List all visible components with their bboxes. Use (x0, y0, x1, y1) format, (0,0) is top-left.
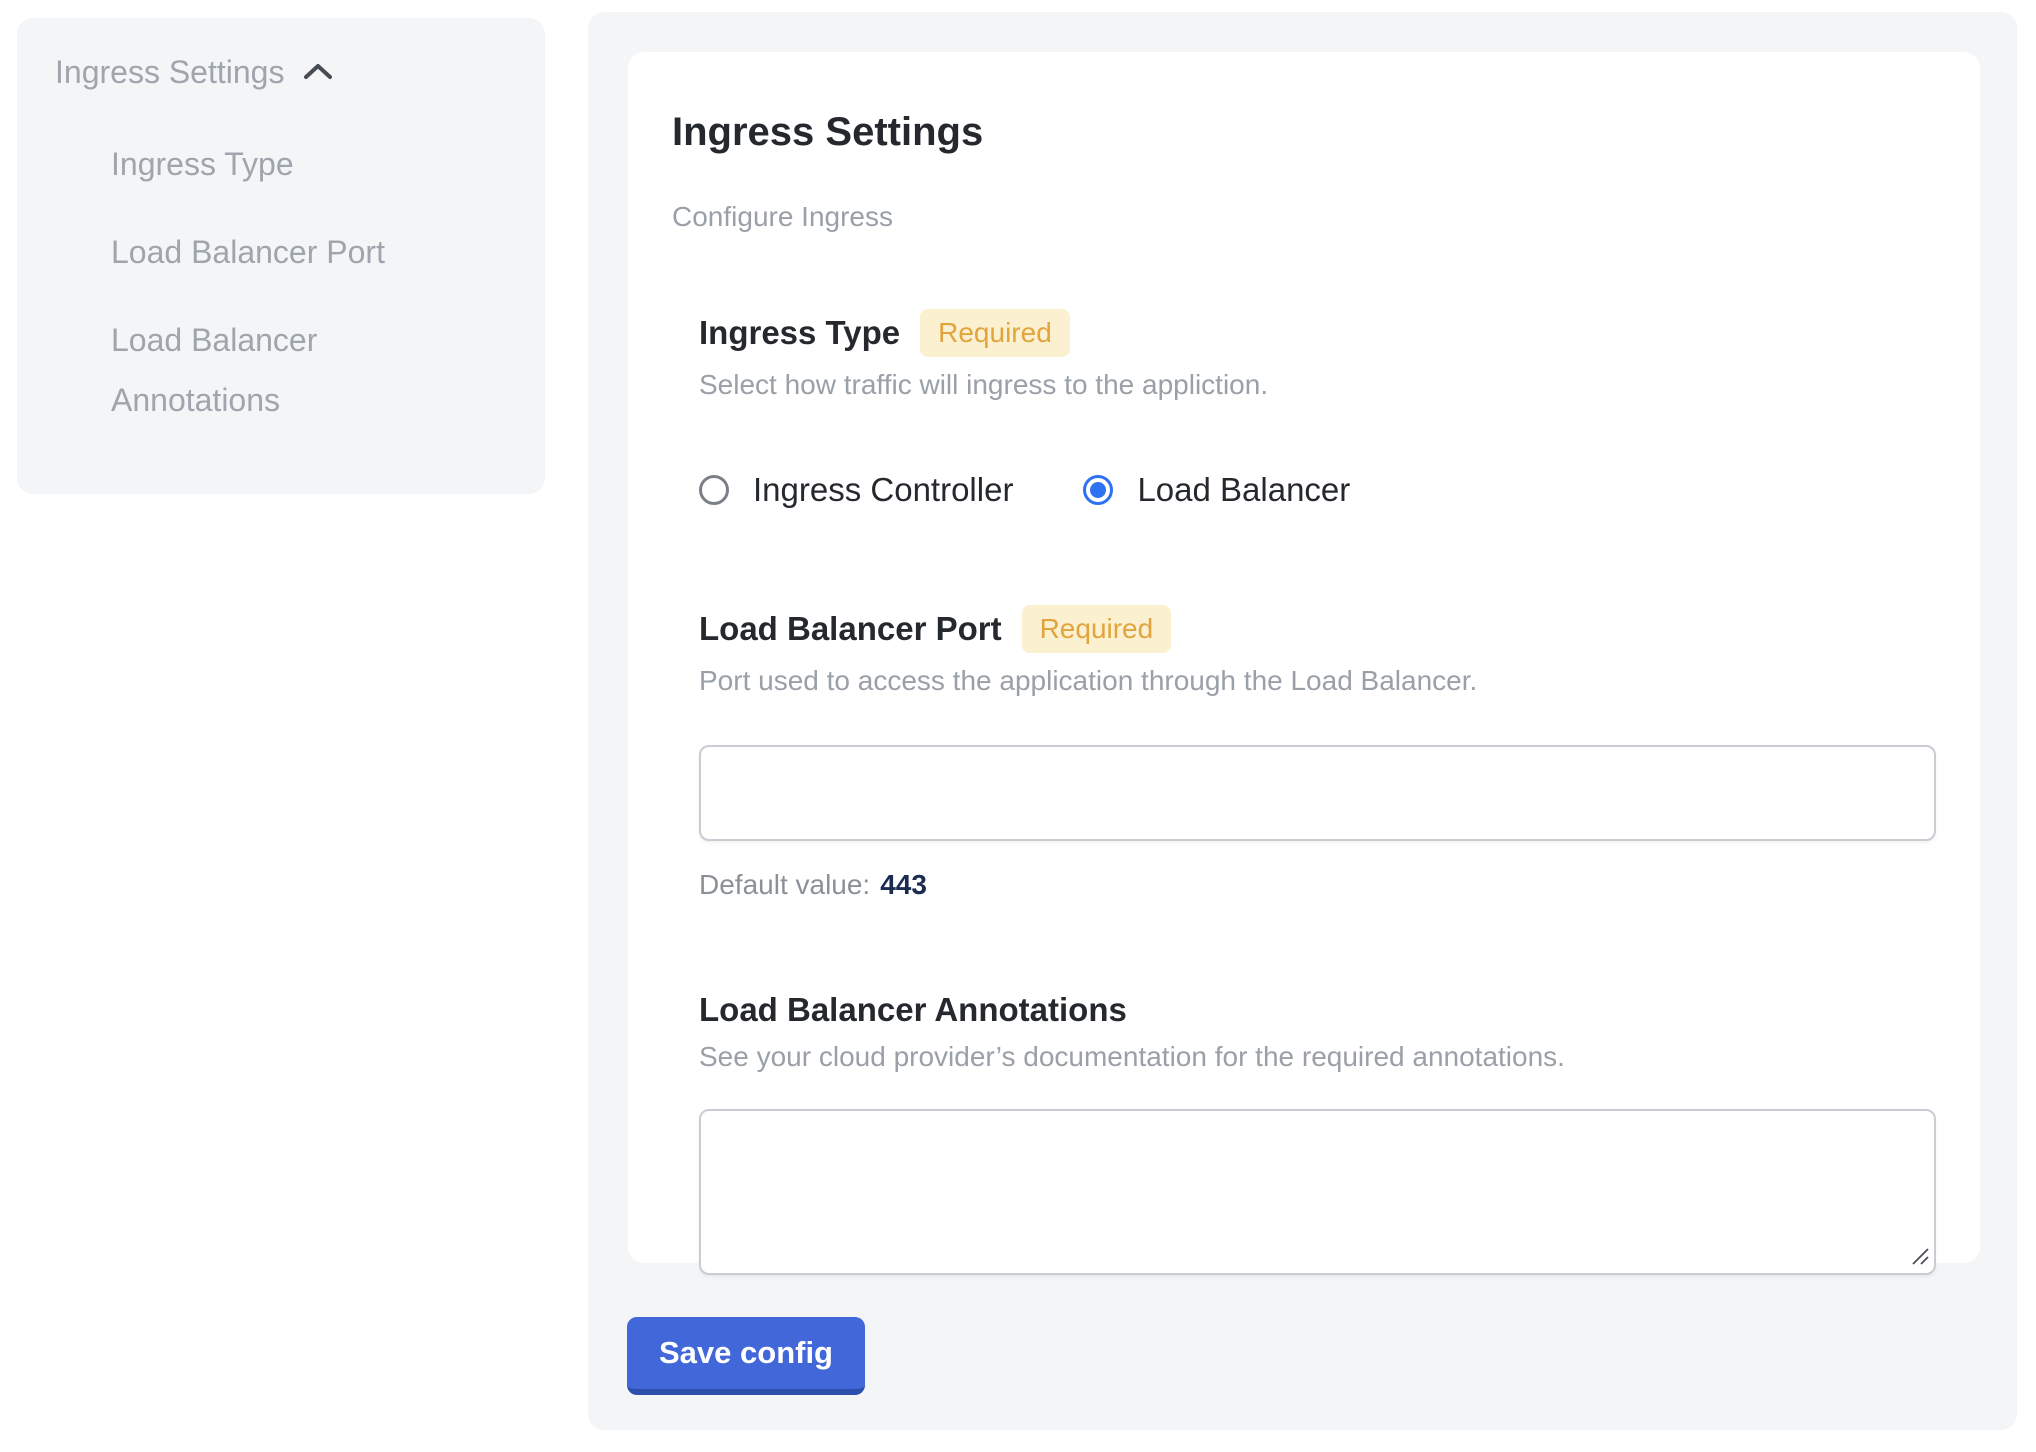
annotations-textarea-wrap (699, 1109, 1936, 1275)
form-sections: Ingress Type Required Select how traffic… (699, 309, 1936, 1275)
section-load-balancer-annotations: Load Balancer Annotations See your cloud… (699, 991, 1936, 1275)
section-title: Load Balancer Annotations (699, 991, 1127, 1029)
section-ingress-type-header: Ingress Type Required (699, 309, 1936, 357)
section-description: See your cloud provider’s documentation … (699, 1041, 1936, 1073)
section-title: Load Balancer Port (699, 610, 1002, 648)
section-load-balancer-port: Load Balancer Port Required Port used to… (699, 605, 1936, 901)
radio-label: Ingress Controller (753, 471, 1013, 509)
load-balancer-annotations-textarea[interactable] (699, 1109, 1936, 1275)
sidebar-section-ingress-settings[interactable]: Ingress Settings (55, 44, 505, 100)
page-subtitle: Configure Ingress (672, 201, 1936, 233)
section-title: Ingress Type (699, 314, 900, 352)
section-load-balancer-annotations-header: Load Balancer Annotations (699, 991, 1936, 1029)
main-panel: Ingress Settings Configure Ingress Ingre… (588, 12, 2017, 1430)
radio-button-icon (699, 475, 729, 505)
section-description: Port used to access the application thro… (699, 665, 1936, 697)
required-badge: Required (1022, 605, 1172, 653)
section-description: Select how traffic will ingress to the a… (699, 369, 1936, 401)
page-title: Ingress Settings (672, 110, 1936, 155)
radio-button-icon (1083, 475, 1113, 505)
load-balancer-port-input[interactable] (699, 745, 1936, 841)
settings-sidebar: Ingress Settings Ingress Type Load Balan… (17, 18, 545, 494)
required-badge: Required (920, 309, 1070, 357)
ingress-type-radio-group: Ingress Controller Load Balancer (699, 471, 1936, 509)
sidebar-item-ingress-type[interactable]: Ingress Type (111, 134, 441, 194)
section-ingress-type: Ingress Type Required Select how traffic… (699, 309, 1936, 509)
default-value-label: Default value: (699, 869, 870, 900)
ingress-settings-card: Ingress Settings Configure Ingress Ingre… (628, 52, 1980, 1263)
sidebar-item-load-balancer-annotations[interactable]: Load Balancer Annotations (111, 310, 441, 430)
sidebar-section-label: Ingress Settings (55, 44, 284, 100)
radio-option-ingress-controller[interactable]: Ingress Controller (699, 471, 1013, 509)
sidebar-item-load-balancer-port[interactable]: Load Balancer Port (111, 222, 441, 282)
section-load-balancer-port-header: Load Balancer Port Required (699, 605, 1936, 653)
save-config-button[interactable]: Save config (627, 1317, 865, 1395)
chevron-up-icon (302, 62, 334, 82)
radio-label: Load Balancer (1137, 471, 1350, 509)
default-value: 443 (880, 869, 927, 900)
default-value-line: Default value: 443 (699, 869, 1936, 901)
sidebar-item-list: Ingress Type Load Balancer Port Load Bal… (111, 134, 505, 430)
radio-option-load-balancer[interactable]: Load Balancer (1083, 471, 1350, 509)
